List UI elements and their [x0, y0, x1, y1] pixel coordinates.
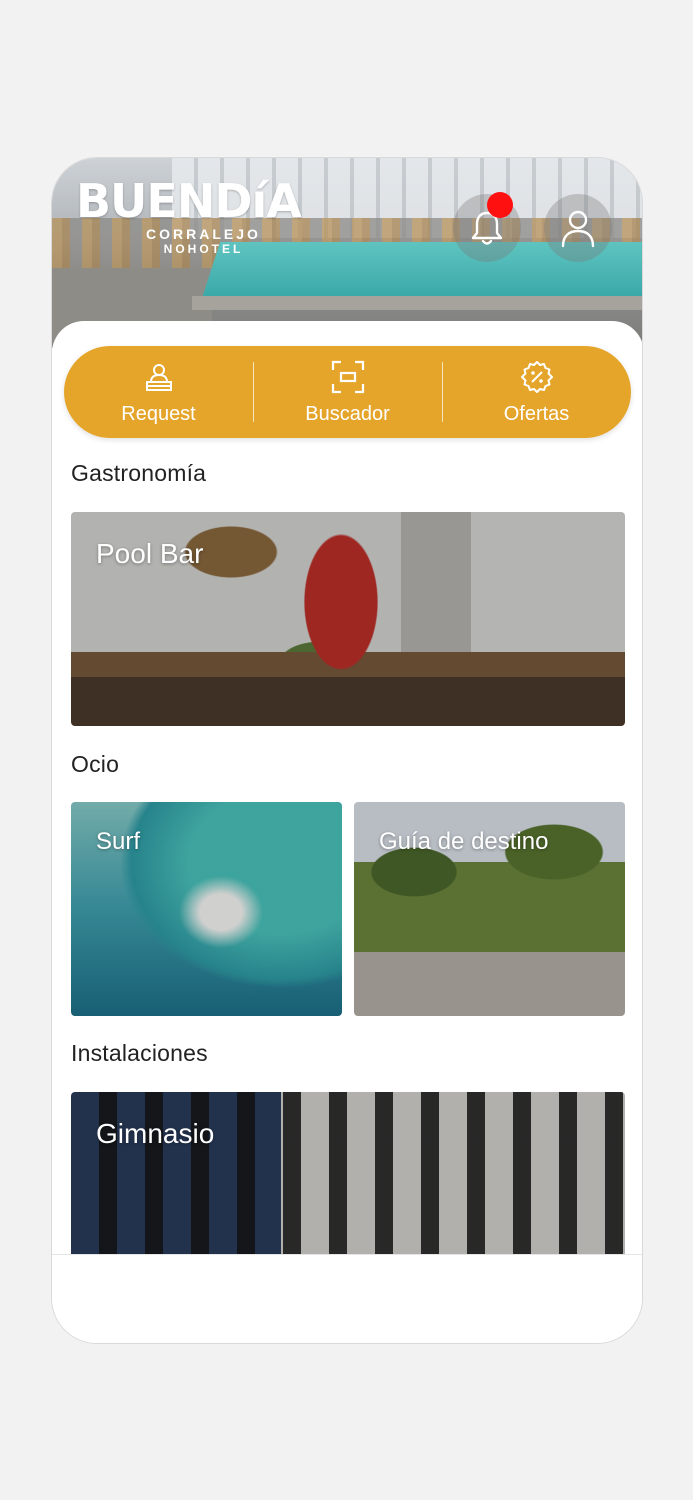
brand-name: BUENDíA	[76, 174, 302, 228]
hero-header: BUENDíA CORRALEJO NOHOTEL	[52, 158, 642, 348]
content-sheet: Request Buscador Ofertas Gastronomía Poo…	[52, 321, 642, 1343]
card-label-pool-bar: Pool Bar	[96, 538, 204, 569]
app-screen: BUENDíA CORRALEJO NOHOTEL Request Buscad…	[51, 157, 643, 1344]
card-label-gimnasio: Gimnasio	[96, 1118, 215, 1149]
brand-location: CORRALEJO	[146, 226, 261, 242]
card-surf[interactable]: Surf	[71, 802, 342, 1016]
hero-pool-edge	[192, 296, 642, 310]
card-label-guia-de-destino: Guía de destino	[379, 828, 549, 855]
brand-tagline: NOHOTEL	[163, 242, 244, 256]
brand-logo: BUENDíA CORRALEJO NOHOTEL	[76, 174, 302, 256]
scan-icon	[331, 360, 364, 393]
card-label-surf: Surf	[96, 828, 141, 855]
reception-desk-icon	[145, 363, 172, 391]
card-gimnasio[interactable]: Gimnasio	[71, 1092, 625, 1255]
buscador-button[interactable]: Buscador	[253, 346, 442, 438]
notification-badge	[487, 192, 513, 218]
card-guia-de-destino[interactable]: Guía de destino	[354, 802, 625, 1016]
buscador-label: Buscador	[305, 402, 390, 425]
section-title-gastronomia: Gastronomía	[71, 460, 207, 486]
request-label: Request	[121, 402, 196, 425]
section-title-instalaciones: Instalaciones	[71, 1040, 208, 1066]
profile-button[interactable]	[544, 194, 612, 262]
quick-actions-bar: Request Buscador Ofertas	[64, 346, 631, 438]
bottom-divider	[52, 1254, 642, 1255]
user-icon	[561, 210, 595, 248]
ofertas-label: Ofertas	[503, 402, 570, 425]
ofertas-button[interactable]: Ofertas	[442, 346, 631, 438]
section-title-ocio: Ocio	[71, 751, 120, 777]
discount-badge-icon	[520, 360, 553, 393]
card-pool-bar[interactable]: Pool Bar	[71, 512, 625, 726]
request-button[interactable]: Request	[64, 346, 253, 438]
